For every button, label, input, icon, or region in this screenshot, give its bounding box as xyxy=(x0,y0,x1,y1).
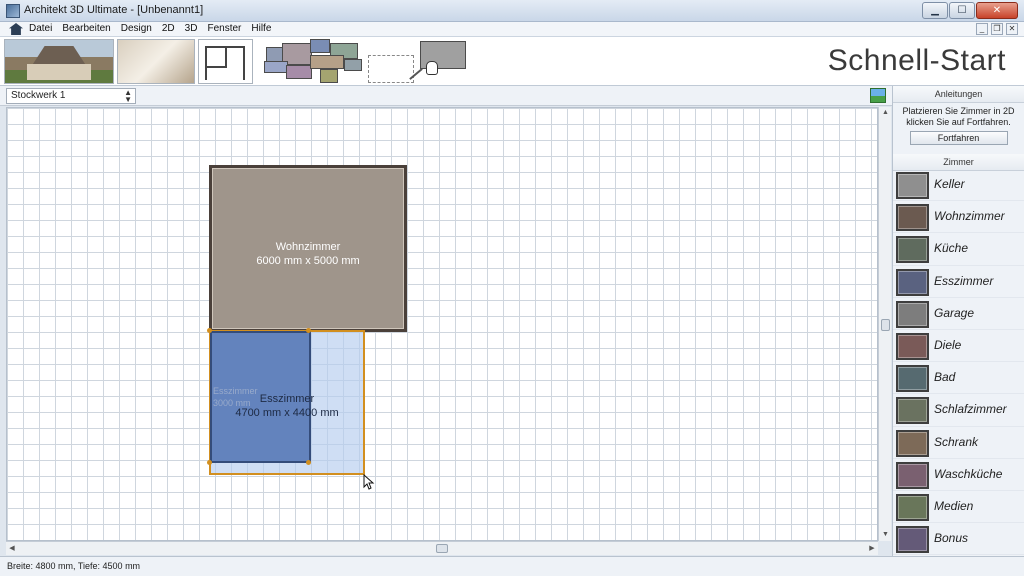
mouse-pointer-icon xyxy=(363,474,375,490)
continue-button[interactable]: Fortfahren xyxy=(909,131,1008,145)
floor-select-value: Stockwerk 1 xyxy=(11,90,66,101)
room-type-item[interactable]: Wohnzimmer xyxy=(893,201,1024,234)
document-controls: _ ❐ ✕ xyxy=(976,23,1018,35)
room-type-label: Diele xyxy=(934,337,962,352)
room-type-label: Küche xyxy=(934,241,969,256)
resize-handle-top-mid[interactable] xyxy=(306,328,311,333)
room-type-swatch xyxy=(896,204,929,232)
room-type-swatch xyxy=(896,526,929,554)
interior-photo-thumbnail xyxy=(117,39,195,84)
quick-start-banner: Schnell-Start xyxy=(0,37,1024,86)
horizontal-scroll-thumb[interactable] xyxy=(436,544,448,553)
menu-bar: Datei Bearbeiten Design 2D 3D Fenster Hi… xyxy=(0,22,1024,37)
menu-items: Datei Bearbeiten Design 2D 3D Fenster Hi… xyxy=(29,23,271,34)
menu-2d[interactable]: 2D xyxy=(162,23,175,34)
vertical-scroll-thumb[interactable] xyxy=(881,319,890,331)
room-esszimmer-size: 4700 mm x 4400 mm xyxy=(235,407,339,419)
doc-restore-button[interactable]: ❐ xyxy=(991,23,1003,35)
scroll-right-icon[interactable]: ▶ xyxy=(866,542,878,555)
room-type-item[interactable]: Waschküche xyxy=(893,459,1024,491)
menu-fenster[interactable]: Fenster xyxy=(207,23,241,34)
menu-3d[interactable]: 3D xyxy=(185,23,198,34)
room-type-label: Bad xyxy=(934,370,956,385)
room-type-item[interactable]: Schlafzimmer xyxy=(893,394,1024,427)
room-type-item[interactable]: Bad xyxy=(893,362,1024,395)
room-type-swatch xyxy=(896,461,929,489)
room-type-label: Esszimmer xyxy=(934,273,994,288)
instructions-title: Anleitungen xyxy=(893,86,1024,103)
resize-handle-bottom-left[interactable] xyxy=(207,460,212,465)
room-esszimmer-name: Esszimmer xyxy=(259,393,315,405)
maximize-button[interactable]: ☐ xyxy=(949,2,975,19)
resize-handle-top-left[interactable] xyxy=(207,328,212,333)
scroll-left-icon[interactable]: ◀ xyxy=(6,542,18,555)
room-type-swatch xyxy=(896,268,929,296)
window-controls: ▁ ☐ ✕ xyxy=(922,2,1018,20)
house-photo-thumbnail xyxy=(4,39,114,84)
quick-start-panel: Anleitungen Platzieren Sie Zimmer in 2D … xyxy=(892,86,1024,556)
room-type-swatch xyxy=(896,300,929,328)
room-type-swatch xyxy=(896,365,929,393)
room-type-label: Keller xyxy=(934,177,965,191)
spinner-arrows-icon[interactable]: ▲ ▼ xyxy=(124,89,132,104)
resize-handle-bottom-mid[interactable] xyxy=(306,460,311,465)
menu-datei[interactable]: Datei xyxy=(29,23,52,34)
menu-bearbeiten[interactable]: Bearbeiten xyxy=(62,23,110,34)
room-type-label: Bonus xyxy=(934,531,969,546)
room-wohnzimmer-label: Wohnzimmer 6000 mm x 5000 mm xyxy=(212,240,404,268)
room-type-label: Medien xyxy=(934,498,974,513)
room-type-label: Waschküche xyxy=(934,466,1003,481)
app-icon xyxy=(6,4,20,18)
room-type-item[interactable]: Schrank xyxy=(893,427,1024,459)
minimize-button[interactable]: ▁ xyxy=(922,2,948,19)
room-type-label: Schrank xyxy=(934,434,979,449)
vertical-scrollbar[interactable]: ▲ ▼ xyxy=(878,107,891,541)
room-type-swatch xyxy=(896,172,929,199)
room-type-swatch xyxy=(896,236,929,264)
room-type-item[interactable]: Keller xyxy=(893,169,1024,202)
scroll-down-icon[interactable]: ▼ xyxy=(879,529,892,541)
house-wall-graphic xyxy=(27,64,91,80)
hand-cursor-icon xyxy=(426,61,438,75)
title-bar: Architekt 3D Ultimate - [Unbenannt1] ▁ ☐… xyxy=(0,0,1024,22)
room-placement-diagram xyxy=(258,39,470,84)
room-wohnzimmer-size: 6000 mm x 5000 mm xyxy=(256,255,360,267)
room-type-list: Keller Wohnzimmer Küche Esszimmer Garage Diel… xyxy=(893,169,1024,556)
room-type-swatch xyxy=(896,397,929,425)
room-type-item[interactable]: Medien xyxy=(893,491,1024,524)
room-type-item[interactable]: Bonus xyxy=(893,523,1024,556)
landscape-image-icon[interactable] xyxy=(870,88,886,103)
house-roof-graphic xyxy=(31,46,87,66)
home-icon[interactable] xyxy=(9,23,23,35)
instructions-text: Platzieren Sie Zimmer in 2D klicken Sie … xyxy=(902,106,1015,127)
doc-close-button[interactable]: ✕ xyxy=(1006,23,1018,35)
room-wohnzimmer-name: Wohnzimmer xyxy=(275,241,341,253)
room-type-swatch xyxy=(896,332,929,360)
room-type-item[interactable]: Küche xyxy=(893,233,1024,266)
status-dimensions: Breite: 4800 mm, Tiefe: 4500 mm xyxy=(7,561,141,571)
quick-start-heading: Schnell-Start xyxy=(827,44,1006,77)
room-wohnzimmer[interactable]: Wohnzimmer 6000 mm x 5000 mm xyxy=(209,165,407,332)
floor-select[interactable]: Stockwerk 1 ▲ ▼ xyxy=(6,88,136,104)
room-type-item[interactable]: Esszimmer xyxy=(893,266,1024,298)
window-title: Architekt 3D Ultimate - [Unbenannt1] xyxy=(24,4,204,16)
room-type-label: Schlafzimmer xyxy=(934,402,1007,417)
room-type-item[interactable]: Diele xyxy=(893,330,1024,363)
room-type-item[interactable]: Garage xyxy=(893,298,1024,330)
room-type-label: Garage xyxy=(934,305,975,320)
room-type-swatch xyxy=(896,493,929,521)
room-type-label: Wohnzimmer xyxy=(934,209,1005,224)
menu-design[interactable]: Design xyxy=(121,23,152,34)
menu-hilfe[interactable]: Hilfe xyxy=(251,23,271,34)
doc-minimize-button[interactable]: _ xyxy=(976,23,988,35)
floor-toolbar: Stockwerk 1 ▲ ▼ xyxy=(0,86,892,106)
floorplan-canvas[interactable]: Wohnzimmer 6000 mm x 5000 mm Esszimmer 3… xyxy=(6,107,878,541)
status-bar: Breite: 4800 mm, Tiefe: 4500 mm xyxy=(0,556,1024,576)
room-esszimmer-label: Esszimmer 4700 mm x 4400 mm xyxy=(209,392,365,420)
horizontal-scrollbar[interactable]: ◀ ▶ xyxy=(6,541,878,555)
floorplan-thumbnail xyxy=(198,39,253,84)
room-type-swatch xyxy=(896,429,929,457)
close-button[interactable]: ✕ xyxy=(976,2,1018,19)
scroll-up-icon[interactable]: ▲ xyxy=(879,107,892,119)
